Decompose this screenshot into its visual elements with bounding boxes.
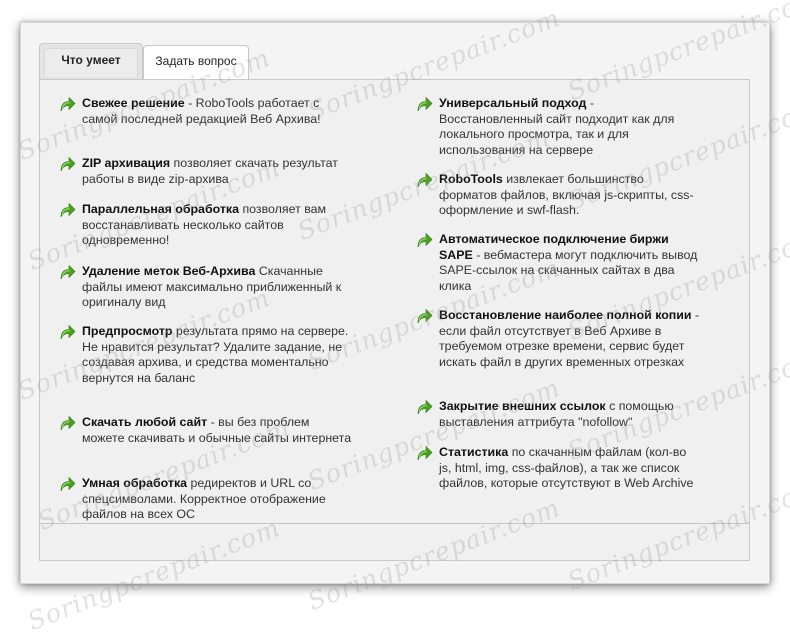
green-arrow-icon — [60, 202, 76, 218]
feature-title: Скачать любой сайт — [82, 415, 208, 429]
green-arrow-icon — [417, 445, 433, 461]
feature-item: RoboTools извлекает большинство форматов… — [417, 172, 701, 219]
feature-title: Закрытие внешних ссылок — [439, 399, 606, 413]
green-arrow-icon — [60, 96, 76, 112]
features-panel: Свежее решение - RoboTools работает с са… — [39, 79, 750, 561]
tab-ask-question[interactable]: Задать вопрос — [143, 45, 249, 79]
green-arrow-icon — [417, 308, 433, 324]
feature-item: Удаление меток Веб-Архива Скачанные файл… — [60, 264, 354, 311]
feature-item: ZIP архивация позволяет скачать результа… — [60, 156, 354, 187]
tab-features[interactable]: Что умеет — [39, 43, 143, 79]
feature-title: Параллельная обработка — [82, 202, 240, 216]
feature-item: Автоматическое подключение биржи SAPE - … — [417, 232, 701, 294]
green-arrow-icon — [60, 324, 76, 340]
feature-title: Свежее решение — [82, 96, 185, 110]
feature-title: RoboTools — [439, 172, 503, 186]
green-arrow-icon — [417, 172, 433, 188]
feature-title: Удаление меток Веб-Архива — [82, 264, 256, 278]
feature-title: Статистика — [439, 445, 509, 459]
panel-divider — [40, 523, 749, 524]
feature-item: Скачать любой сайт - вы без проблем може… — [60, 415, 354, 446]
feature-item: Параллельная обработка позволяет вам вос… — [60, 202, 354, 249]
green-arrow-icon — [60, 476, 76, 492]
feature-item: Восстановление наиболее полной копии - е… — [417, 308, 701, 370]
feature-title: ZIP архивация — [82, 156, 171, 170]
green-arrow-icon — [60, 264, 76, 280]
feature-title: Универсальный подход — [439, 96, 587, 110]
feature-item: Закрытие внешних ссылок с помощью выстав… — [417, 399, 701, 430]
feature-title: Восстановление наиболее полной копии — [439, 308, 692, 322]
green-arrow-icon — [417, 399, 433, 415]
feature-title: Умная обработка — [82, 476, 188, 490]
feature-title: Предпросмотр — [82, 324, 173, 338]
feature-item: Умная обработка редиректов и URL со спец… — [60, 476, 354, 523]
feature-item: Предпросмотр результата прямо на сервере… — [60, 324, 354, 386]
feature-item: Универсальный подход - Восстановленный с… — [417, 96, 701, 158]
feature-description: - вебмастера могут подключить вывод SAPE… — [439, 247, 698, 293]
window-frame: Что умеет Задать вопрос Свежее решение -… — [20, 22, 770, 584]
tab-features-label: Что умеет — [44, 48, 138, 77]
green-arrow-icon — [60, 156, 76, 172]
green-arrow-icon — [417, 232, 433, 248]
feature-item: Статистика по скачанным файлам (кол-во j… — [417, 445, 701, 492]
green-arrow-icon — [417, 96, 433, 112]
green-arrow-icon — [60, 415, 76, 431]
feature-item: Свежее решение - RoboTools работает с са… — [60, 96, 354, 127]
